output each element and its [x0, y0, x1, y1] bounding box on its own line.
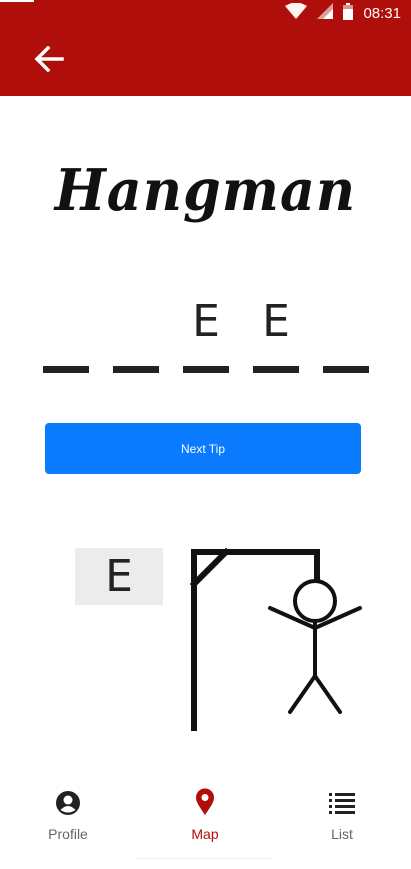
hangman-drawing — [189, 547, 362, 731]
nav-list[interactable]: List — [282, 786, 402, 856]
status-icons: 08:31 — [285, 2, 401, 24]
nav-map[interactable]: Map — [145, 786, 265, 856]
battery-icon — [343, 2, 354, 24]
signal-icon — [317, 3, 334, 23]
figure-right-leg — [313, 674, 342, 714]
letter-slot-5 — [323, 296, 369, 376]
slot-dash — [183, 366, 229, 373]
wifi-icon — [285, 2, 308, 23]
app-bar — [0, 26, 411, 96]
guessed-letter-tile: E — [75, 548, 163, 605]
nav-label: Map — [191, 826, 219, 842]
nav-profile[interactable]: Profile — [8, 786, 128, 856]
letter-slot-3: E — [183, 296, 229, 376]
guessed-letter: E — [105, 551, 133, 602]
word-display: E E — [40, 296, 372, 380]
game-title: Hangman — [54, 156, 357, 224]
letter-slot-2 — [113, 296, 159, 376]
bottom-nav: Profile Map List — [0, 786, 411, 858]
home-indicator — [137, 858, 273, 859]
arrow-left-icon — [34, 45, 64, 76]
slot-dash — [43, 366, 89, 373]
nav-label: List — [331, 826, 353, 842]
next-tip-button[interactable]: Next Tip — [45, 423, 361, 474]
slot-dash — [253, 366, 299, 373]
list-icon — [329, 792, 355, 820]
letter-slot-1 — [43, 296, 89, 376]
figure-head — [293, 579, 337, 623]
status-notch — [0, 0, 34, 2]
back-button[interactable] — [28, 42, 70, 80]
slot-dash — [113, 366, 159, 373]
gallows-brace — [189, 547, 231, 589]
status-bar: 08:31 — [0, 0, 411, 26]
figure-left-leg — [288, 674, 317, 714]
status-time: 08:31 — [363, 4, 401, 22]
map-pin-icon — [195, 788, 215, 820]
slot-dash — [323, 366, 369, 373]
letter-slot-4: E — [253, 296, 299, 376]
profile-icon — [55, 790, 81, 820]
nav-label: Profile — [48, 826, 88, 842]
slot-letter: E — [262, 296, 290, 347]
slot-letter: E — [192, 296, 220, 347]
